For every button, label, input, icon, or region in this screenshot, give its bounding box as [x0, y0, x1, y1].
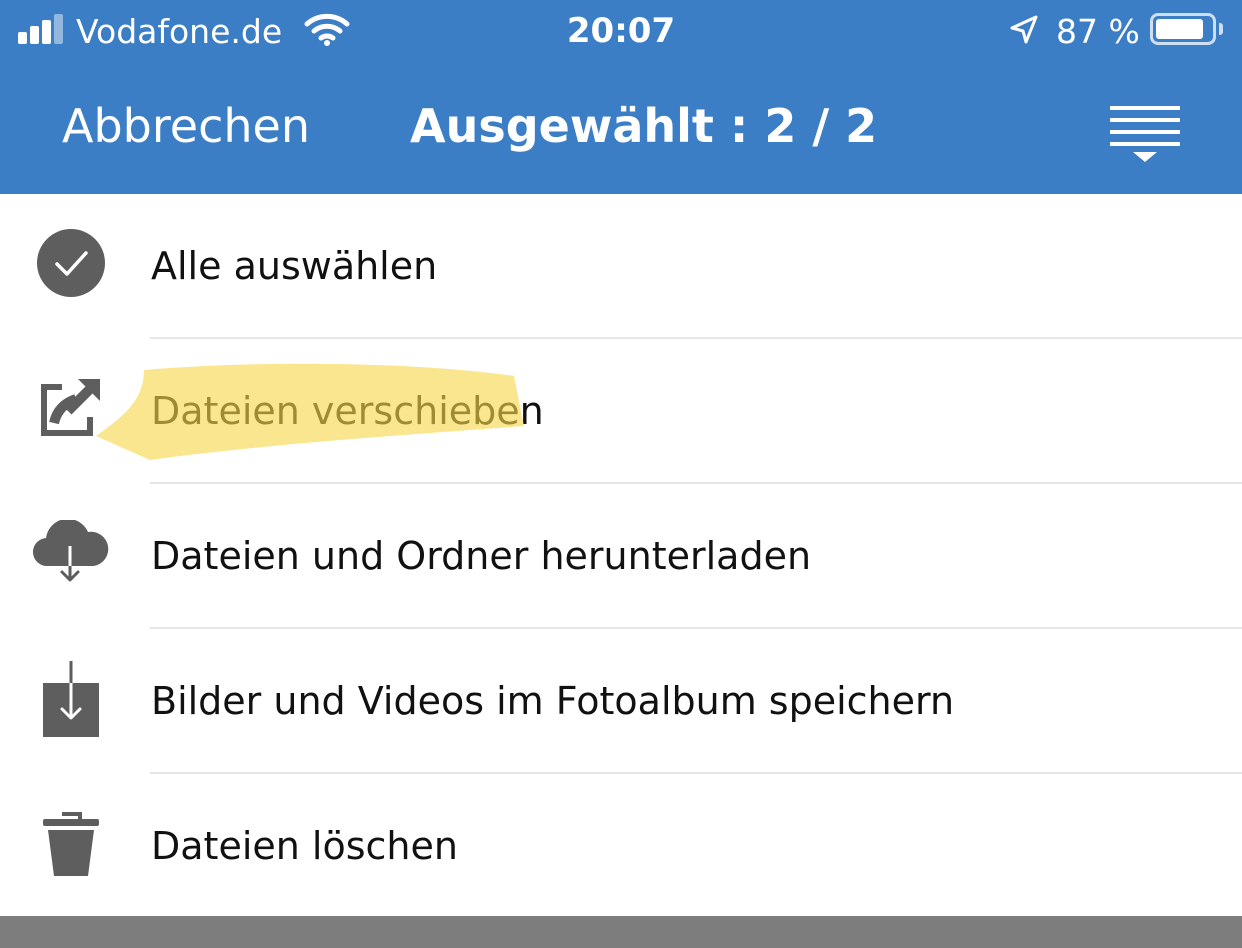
save-to-album-icon — [43, 661, 99, 737]
menu-item-label: Dateien verschieben — [151, 389, 544, 433]
move-export-icon — [41, 379, 100, 436]
filter-sort-icon[interactable] — [1108, 104, 1182, 166]
top-bar: Vodafone.de 20:07 87 % Abbrechen Ausgewä… — [0, 0, 1242, 194]
dimmed-backdrop — [0, 916, 1242, 948]
menu-item-delete-files[interactable]: Dateien löschen — [0, 774, 1242, 919]
battery-icon — [1150, 13, 1216, 45]
menu-item-label: Dateien und Ordner herunterladen — [151, 534, 812, 578]
action-sheet: Alle auswählen Dateien verschieben Datei… — [0, 194, 1242, 916]
menu-item-label: Bilder und Videos im Fotoalbum speichern — [151, 679, 955, 723]
trash-icon — [43, 812, 99, 876]
cancel-button[interactable]: Abbrechen — [62, 96, 310, 156]
menu-item-label: Alle auswählen — [151, 244, 438, 288]
menu-item-label: Dateien löschen — [151, 824, 458, 868]
battery-nub — [1219, 23, 1223, 35]
selection-title: Ausgewählt : 2 / 2 — [410, 99, 878, 153]
location-arrow-icon — [1010, 15, 1038, 44]
menu-item-move-files[interactable]: Dateien verschieben — [0, 339, 1242, 484]
menu-item-download[interactable]: Dateien und Ordner herunterladen — [0, 484, 1242, 629]
menu-item-select-all[interactable]: Alle auswählen — [0, 194, 1242, 339]
status-bar: Vodafone.de 20:07 87 % — [0, 0, 1242, 62]
menu-item-save-to-album[interactable]: Bilder und Videos im Fotoalbum speichern — [0, 629, 1242, 774]
check-circle-icon — [37, 229, 105, 297]
cloud-download-icon — [32, 520, 109, 582]
battery-percent: 87 % — [1056, 12, 1140, 51]
